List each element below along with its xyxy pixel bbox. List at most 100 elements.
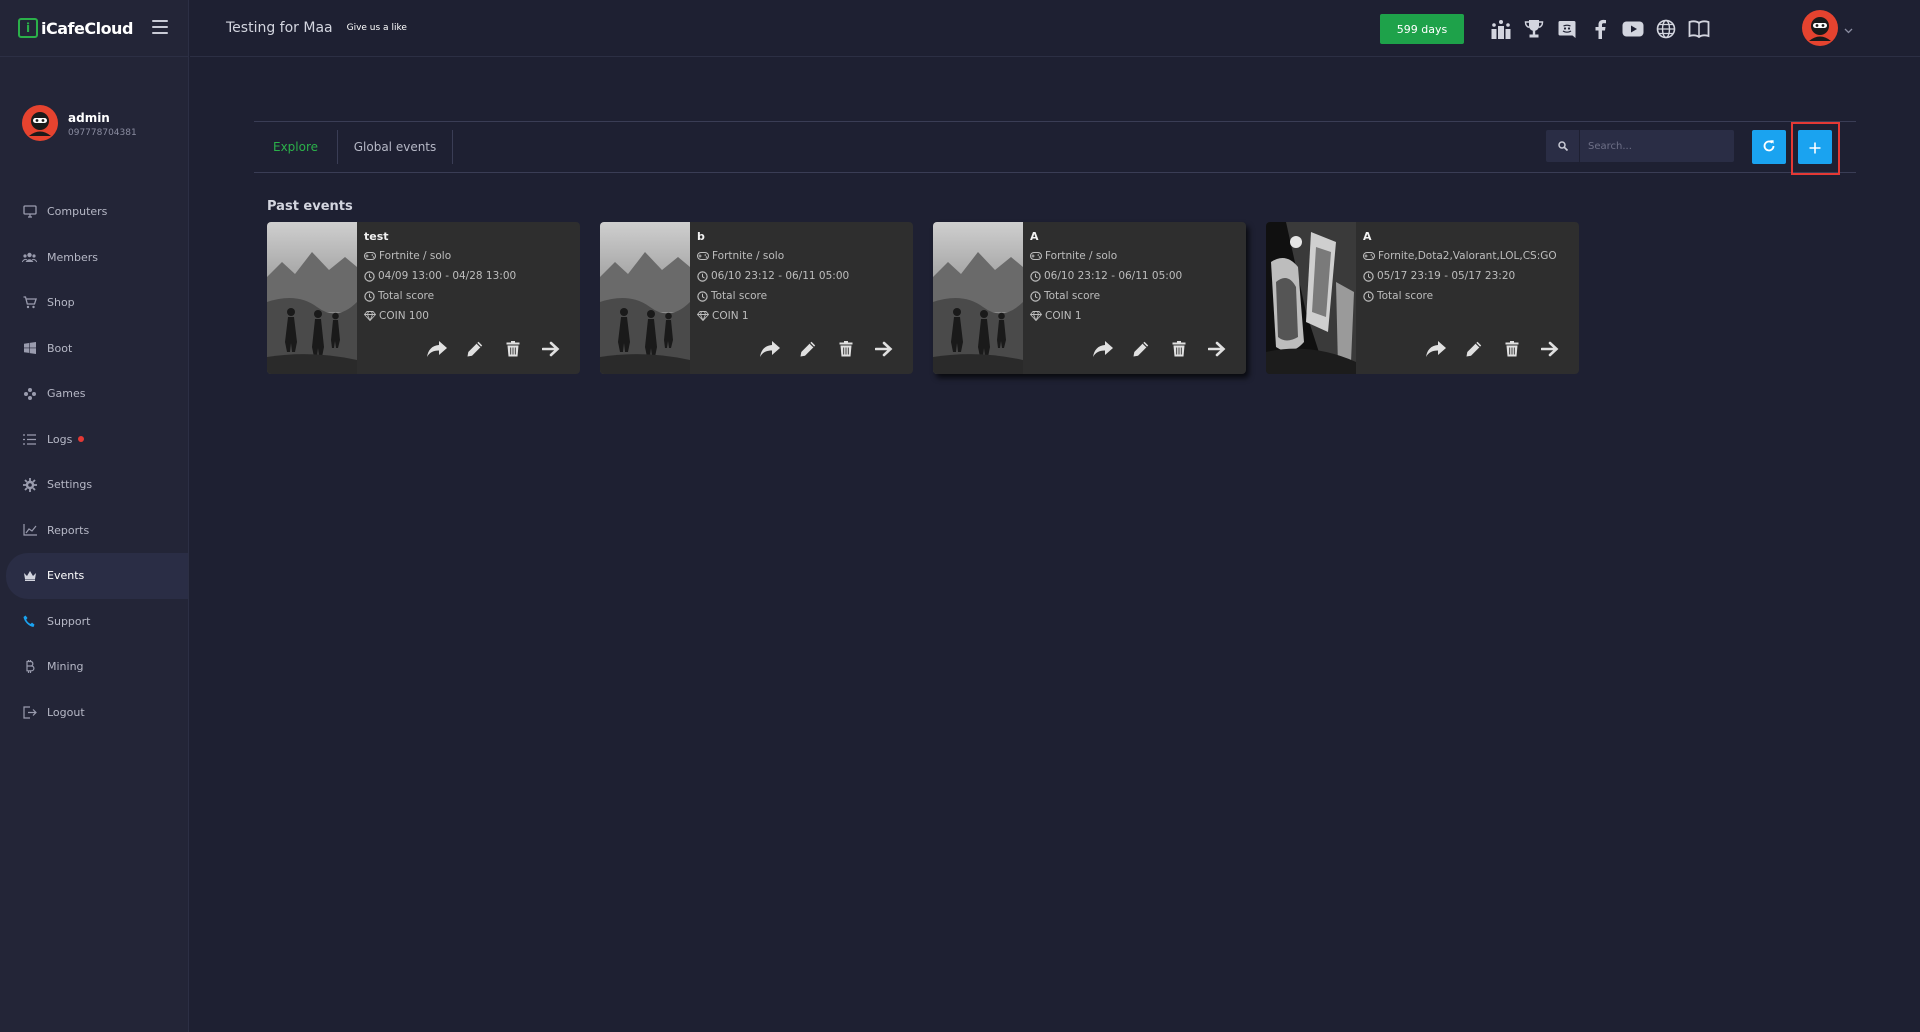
phone-icon <box>22 614 37 629</box>
sidebar-item-label: Mining <box>47 660 84 674</box>
facebook-icon[interactable] <box>1587 16 1612 41</box>
event-card[interactable]: test Fortnite / solo 04/09 13:00 - 04/28… <box>267 222 580 374</box>
clock-icon <box>697 270 708 282</box>
gamepad-icon <box>22 386 37 401</box>
sidebar-item-boot[interactable]: Boot <box>0 326 188 372</box>
menu-toggle-icon[interactable] <box>152 20 168 34</box>
sidebar-item-label: Members <box>47 250 98 264</box>
event-thumbnail <box>267 222 357 374</box>
logo-text: iCafeCloud <box>41 18 133 38</box>
top-header: Testing for Maa Give us a like 599 days <box>190 0 1920 57</box>
monitor-icon <box>22 204 37 219</box>
event-score-type: Total score <box>711 290 768 302</box>
delete-icon[interactable] <box>1168 338 1190 360</box>
event-title: A <box>1030 230 1039 243</box>
avatar <box>1802 10 1838 46</box>
arrow-right-icon[interactable] <box>873 338 895 360</box>
event-title: b <box>697 230 705 243</box>
event-game: Fornite,Dota2,Valorant,LOL,CS:GO <box>1378 250 1557 262</box>
share-icon[interactable] <box>759 338 781 360</box>
diamond-icon <box>364 311 376 321</box>
share-icon[interactable] <box>1425 338 1447 360</box>
event-time: 06/10 23:12 - 06/11 05:00 <box>711 270 850 282</box>
event-card[interactable]: A Fornite,Dota2,Valorant,LOL,CS:GO 05/17… <box>1266 222 1579 374</box>
tab-global-events[interactable]: Global events <box>338 130 453 164</box>
logo-mark: i <box>18 18 38 38</box>
sidebar-item-events[interactable]: Events <box>6 553 188 599</box>
clock-icon <box>1363 270 1374 282</box>
event-thumbnail <box>1266 222 1356 374</box>
members-icon <box>22 250 37 265</box>
share-icon[interactable] <box>426 338 448 360</box>
delete-icon[interactable] <box>502 338 524 360</box>
event-reward: COIN 100 <box>379 310 429 322</box>
refresh-button[interactable] <box>1752 130 1786 164</box>
book-icon[interactable] <box>1686 16 1711 41</box>
notification-dot <box>78 436 85 443</box>
add-event-button[interactable] <box>1798 130 1832 164</box>
sidebar-item-games[interactable]: Games <box>0 371 188 417</box>
event-reward: COIN 1 <box>712 310 749 322</box>
card-actions <box>1425 338 1561 360</box>
gamepad-icon <box>697 252 709 260</box>
sidebar-item-label: Settings <box>47 478 93 492</box>
share-icon[interactable] <box>1092 338 1114 360</box>
sidebar-item-label: Logs <box>47 432 73 446</box>
diamond-icon <box>697 311 709 321</box>
sidebar: i iCafeCloud admin 097778704381 Computer… <box>0 0 189 1032</box>
event-title: test <box>364 230 389 243</box>
sidebar-item-label: Computers <box>47 205 108 219</box>
event-card[interactable]: b Fortnite / solo 06/10 23:12 - 06/11 05… <box>600 222 913 374</box>
edit-icon[interactable] <box>1130 338 1152 360</box>
delete-icon[interactable] <box>1501 338 1523 360</box>
sidebar-item-members[interactable]: Members <box>0 235 188 281</box>
event-thumbnail <box>933 222 1023 374</box>
delete-icon[interactable] <box>835 338 857 360</box>
user-phone: 097778704381 <box>68 128 137 138</box>
clock-icon <box>1030 290 1041 302</box>
cafe-name: Testing for Maa <box>226 20 333 36</box>
sidebar-item-settings[interactable]: Settings <box>0 462 188 508</box>
tab-explore[interactable]: Explore <box>254 130 338 164</box>
search-input[interactable] <box>1580 140 1730 152</box>
edit-icon[interactable] <box>797 338 819 360</box>
header-icon-bar <box>1488 16 1711 41</box>
event-score-type: Total score <box>1377 290 1434 302</box>
clock-icon <box>1030 270 1041 282</box>
sidebar-item-mining[interactable]: Mining <box>0 644 188 690</box>
event-game: Fortnite / solo <box>1045 250 1118 262</box>
event-time: 06/10 23:12 - 06/11 05:00 <box>1044 270 1183 282</box>
discord-icon[interactable] <box>1554 16 1579 41</box>
trophy-icon[interactable] <box>1521 16 1546 41</box>
arrow-right-icon[interactable] <box>1539 338 1561 360</box>
clock-icon <box>697 290 708 302</box>
sidebar-item-label: Boot <box>47 341 73 355</box>
ranking-icon[interactable] <box>1488 16 1513 41</box>
give-like-link[interactable]: Give us a like <box>347 23 407 33</box>
sidebar-item-support[interactable]: Support <box>0 599 188 645</box>
search-box <box>1546 130 1734 162</box>
subscription-days-badge[interactable]: 599 days <box>1380 14 1464 44</box>
edit-icon[interactable] <box>1463 338 1485 360</box>
gamepad-icon <box>1363 252 1375 260</box>
sidebar-item-logs[interactable]: Logs <box>0 417 188 463</box>
event-card[interactable]: A Fortnite / solo 06/10 23:12 - 06/11 05… <box>933 222 1246 374</box>
card-actions <box>759 338 895 360</box>
event-time: 05/17 23:19 - 05/17 23:20 <box>1377 270 1516 282</box>
sidebar-item-logout[interactable]: Logout <box>0 690 188 736</box>
chevron-down-icon <box>1844 19 1853 38</box>
list-icon <box>22 432 37 447</box>
globe-icon[interactable] <box>1653 16 1678 41</box>
account-menu[interactable] <box>1802 10 1853 46</box>
edit-icon[interactable] <box>464 338 486 360</box>
avatar <box>22 104 58 145</box>
event-time: 04/09 13:00 - 04/28 13:00 <box>378 270 517 282</box>
logo-bar: i iCafeCloud <box>0 0 188 57</box>
arrow-right-icon[interactable] <box>540 338 562 360</box>
gamepad-icon <box>364 252 376 260</box>
arrow-right-icon[interactable] <box>1206 338 1228 360</box>
sidebar-item-shop[interactable]: Shop <box>0 280 188 326</box>
sidebar-item-reports[interactable]: Reports <box>0 508 188 554</box>
sidebar-item-computers[interactable]: Computers <box>0 189 188 235</box>
youtube-icon[interactable] <box>1620 16 1645 41</box>
